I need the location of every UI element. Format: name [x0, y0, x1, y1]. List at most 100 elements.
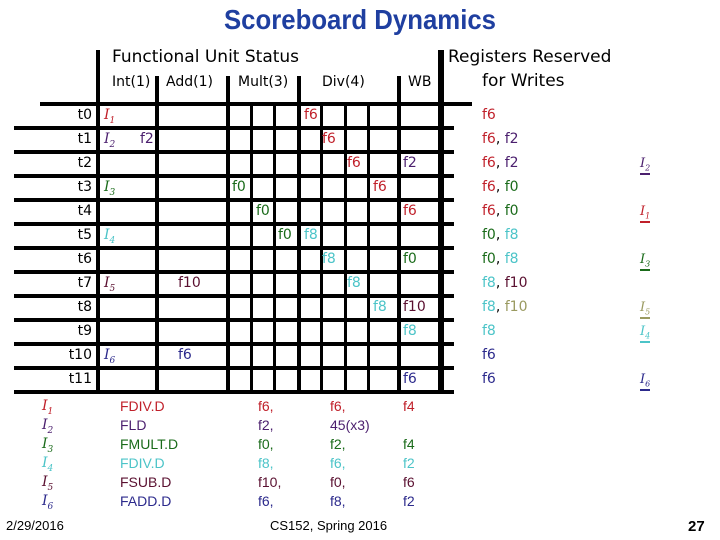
grid-row-line — [14, 294, 454, 298]
grid-column-line — [96, 50, 100, 392]
functional-unit-status-header: Functional Unit Status — [112, 47, 300, 67]
grid-row-line — [14, 342, 454, 346]
grid-row-line — [14, 126, 454, 130]
reserved-registers: f8 — [482, 323, 496, 339]
registers-reserved-header: Registers Reserved — [448, 47, 612, 67]
instruction-b: f0, — [330, 474, 346, 490]
time-label: t5 — [77, 227, 92, 243]
instruction-a: f0, — [258, 436, 274, 452]
footer-date: 2/29/2016 — [6, 518, 64, 533]
instruction-op: FADD.D — [120, 493, 172, 509]
grid-column-line — [273, 104, 276, 392]
page-number: 27 — [688, 518, 705, 535]
grid-row-line — [14, 174, 454, 178]
instruction-b: f8, — [330, 493, 346, 509]
grid-cell-register: f8 — [304, 227, 318, 243]
time-label: t0 — [77, 107, 92, 123]
grid-cell-register: f6 — [403, 203, 417, 219]
grid-cell-register: f6 — [304, 107, 318, 123]
instruction-c: f2 — [403, 455, 415, 471]
instruction-op: FDIV.D — [120, 455, 165, 471]
time-label: t10 — [68, 347, 92, 363]
grid-row-line — [14, 318, 454, 322]
time-label: t3 — [77, 179, 92, 195]
time-label: t11 — [68, 371, 92, 387]
unit-add: Add(1) — [166, 74, 213, 90]
grid-column-line — [438, 50, 444, 392]
reserved-register: f6 — [482, 347, 496, 363]
grid-cell-register: f0 — [403, 251, 417, 267]
instruction-op: FSUB.D — [120, 474, 172, 490]
reserved-register: f10 — [504, 299, 528, 315]
reserved-registers: f6, f0 — [482, 179, 519, 195]
reserved-register: f10 — [504, 275, 528, 291]
grid-cell-register: f8 — [373, 299, 387, 315]
instruction-a: f6, — [258, 398, 274, 414]
writeback-annotation: I6 — [640, 372, 651, 391]
grid-row-line — [40, 102, 472, 106]
reserved-register: f0 — [482, 251, 496, 267]
reserved-register: f2 — [504, 155, 519, 171]
reserved-register: f8 — [482, 275, 496, 291]
reserved-register: f8 — [482, 323, 496, 339]
reserved-registers: f8, f10 — [482, 299, 528, 315]
unit-int: Int(1) — [112, 74, 151, 90]
reserved-register: f6 — [482, 131, 496, 147]
grid-row-line — [14, 366, 454, 370]
reserved-registers: f0, f8 — [482, 227, 519, 243]
instruction-c: f2 — [403, 493, 415, 509]
unit-div: Div(4) — [322, 74, 365, 90]
reserved-registers: f8, f10 — [482, 275, 528, 291]
time-label: t6 — [77, 251, 92, 267]
reserved-register: f0 — [482, 227, 496, 243]
writeback-annotation: I4 — [640, 324, 651, 343]
reserved-registers: f6, f2 — [482, 155, 519, 171]
grid-cell-register: f6 — [373, 179, 387, 195]
grid-row-line — [14, 246, 454, 250]
grid-cell-register: f0 — [232, 179, 246, 195]
grid-cell-register: f2 — [140, 131, 154, 147]
grid-row-line — [14, 390, 454, 394]
time-label: t9 — [77, 323, 92, 339]
reserved-register: f6 — [482, 179, 496, 195]
grid-instruction-label: I4 — [104, 227, 116, 246]
grid-cell-register: f8 — [403, 323, 417, 339]
grid-cell-register: f0 — [278, 227, 292, 243]
unit-mult: Mult(3) — [238, 74, 289, 90]
time-label: t4 — [77, 203, 92, 219]
grid-column-line — [397, 76, 401, 392]
grid-row-line — [14, 150, 454, 154]
instruction-id: I6 — [42, 493, 54, 512]
instruction-b: f2, — [330, 436, 346, 452]
instruction-op: FLD — [120, 417, 147, 433]
grid-cell-register: f6 — [178, 347, 192, 363]
slide: Scoreboard Dynamics Functional Unit Stat… — [0, 0, 720, 540]
reserved-registers: f6 — [482, 107, 496, 123]
reserved-register: f8 — [504, 251, 519, 267]
grid-column-line — [250, 104, 253, 392]
grid-cell-register: f6 — [403, 371, 417, 387]
reserved-register: f0 — [504, 179, 519, 195]
writeback-annotation: I2 — [640, 156, 651, 175]
grid-cell-register: f10 — [403, 299, 426, 315]
instruction-a: f6, — [258, 493, 274, 509]
slide-title: Scoreboard Dynamics — [223, 4, 497, 35]
time-label: t7 — [77, 275, 92, 291]
grid-cell-register: f6 — [347, 155, 361, 171]
instruction-b: f6, — [330, 455, 346, 471]
reserved-register: f6 — [482, 107, 496, 123]
grid-instruction-label: I1 — [104, 107, 116, 126]
reserved-registers: f6, f2 — [482, 131, 519, 147]
grid-instruction-label: I2 — [104, 131, 116, 150]
grid-cell-register: f6 — [322, 131, 336, 147]
writeback-annotation: I3 — [640, 252, 651, 271]
time-label: t8 — [77, 299, 92, 315]
footer-course: CS152, Spring 2016 — [270, 518, 388, 533]
grid-instruction-label: I5 — [104, 275, 116, 294]
grid-column-line — [367, 104, 370, 392]
writeback-annotation: I5 — [640, 300, 651, 319]
writeback-annotation: I1 — [640, 204, 651, 223]
grid-column-line — [297, 76, 301, 392]
grid-cell-register: f8 — [347, 275, 361, 291]
instruction-a: f2, — [258, 417, 274, 433]
